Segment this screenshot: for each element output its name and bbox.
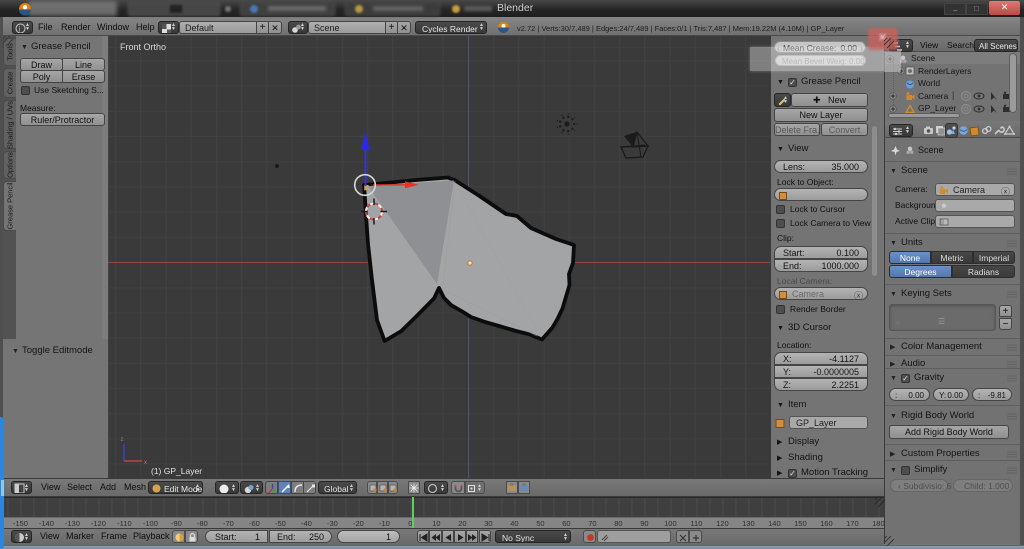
svg-text:z: z (121, 437, 124, 443)
svg-text:i: i (19, 26, 21, 33)
svg-text:x: x (144, 460, 147, 466)
